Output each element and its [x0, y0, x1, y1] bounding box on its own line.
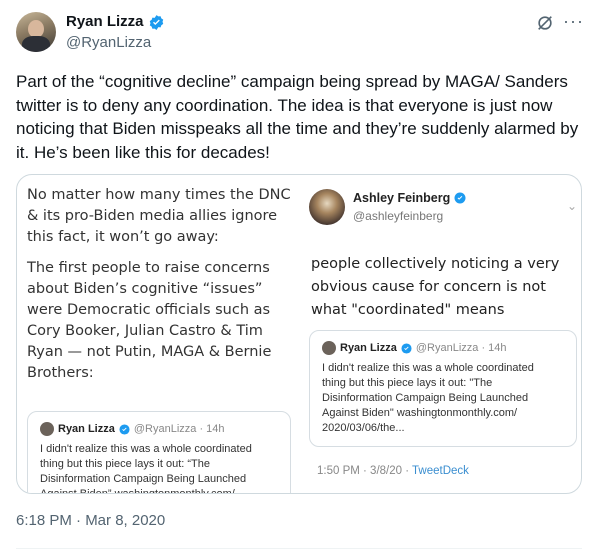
tweet-text: Part of the “cognitive decline” campaign… — [16, 72, 579, 162]
quoted-avatar — [322, 341, 336, 355]
ashley-tweet-text: people collectively noticing a very obvi… — [311, 256, 560, 318]
verified-badge-icon — [401, 342, 412, 354]
verified-badge-icon — [119, 423, 130, 435]
avatar-body — [22, 36, 50, 52]
chevron-down-icon: ⌄ — [567, 199, 578, 213]
quoted-tweet-text: I didn't realize this was a whole coordi… — [40, 443, 252, 494]
media-tweet-source: TweetDeck — [412, 465, 469, 477]
media-left-paragraph-2: The first people to raise concerns about… — [27, 260, 272, 381]
ashley-handle: @ashleyfeinberg — [353, 209, 444, 223]
grok-icon[interactable] — [536, 14, 554, 32]
media-tweet-meta: 1:50 PM · 3/8/20 · TweetDeck — [317, 465, 469, 477]
quoted-tweet-left: Ryan Lizza @RyanLizza · 14h I didn't rea… — [27, 411, 291, 494]
author-name[interactable]: Ryan Lizza — [66, 12, 144, 32]
ashley-name: Ashley Feinberg — [353, 191, 451, 205]
media-left-column: No matter how many times the DNC & its p… — [27, 185, 297, 394]
divider — [16, 548, 582, 549]
quoted-author-name: Ryan Lizza — [58, 423, 115, 435]
ashley-avatar — [309, 189, 345, 225]
ashley-name-row: Ashley Feinberg — [353, 191, 466, 205]
quoted-author-name: Ryan Lizza — [340, 342, 397, 354]
quoted-tweet-text: I didn't realize this was a whole coordi… — [322, 362, 534, 434]
media-left-paragraph-1: No matter how many times the DNC & its p… — [27, 187, 291, 245]
quoted-tweet-header: Ryan Lizza @RyanLizza · 14h — [322, 341, 507, 355]
author-avatar[interactable] — [16, 12, 56, 52]
quoted-tweet-header: Ryan Lizza @RyanLizza · 14h — [40, 422, 225, 436]
media-tweet-time: 1:50 PM · 3/8/20 · — [317, 465, 413, 477]
quoted-handle-time: @RyanLizza · 14h — [133, 423, 225, 435]
tweet-timestamp[interactable]: 6:18 PM · Mar 8, 2020 — [16, 512, 165, 529]
author-handle[interactable]: @RyanLizza — [66, 33, 151, 53]
quoted-tweet-right: Ryan Lizza @RyanLizza · 14h I didn't rea… — [309, 330, 577, 447]
verified-badge-icon — [454, 192, 466, 204]
author-name-row[interactable]: Ryan Lizza — [66, 12, 165, 32]
tweet-media[interactable]: No matter how many times the DNC & its p… — [16, 174, 582, 494]
verified-badge-icon — [149, 14, 163, 30]
quoted-handle-time: @RyanLizza · 14h — [415, 342, 507, 354]
more-icon[interactable]: ··· — [563, 12, 584, 30]
quoted-avatar — [40, 422, 54, 436]
